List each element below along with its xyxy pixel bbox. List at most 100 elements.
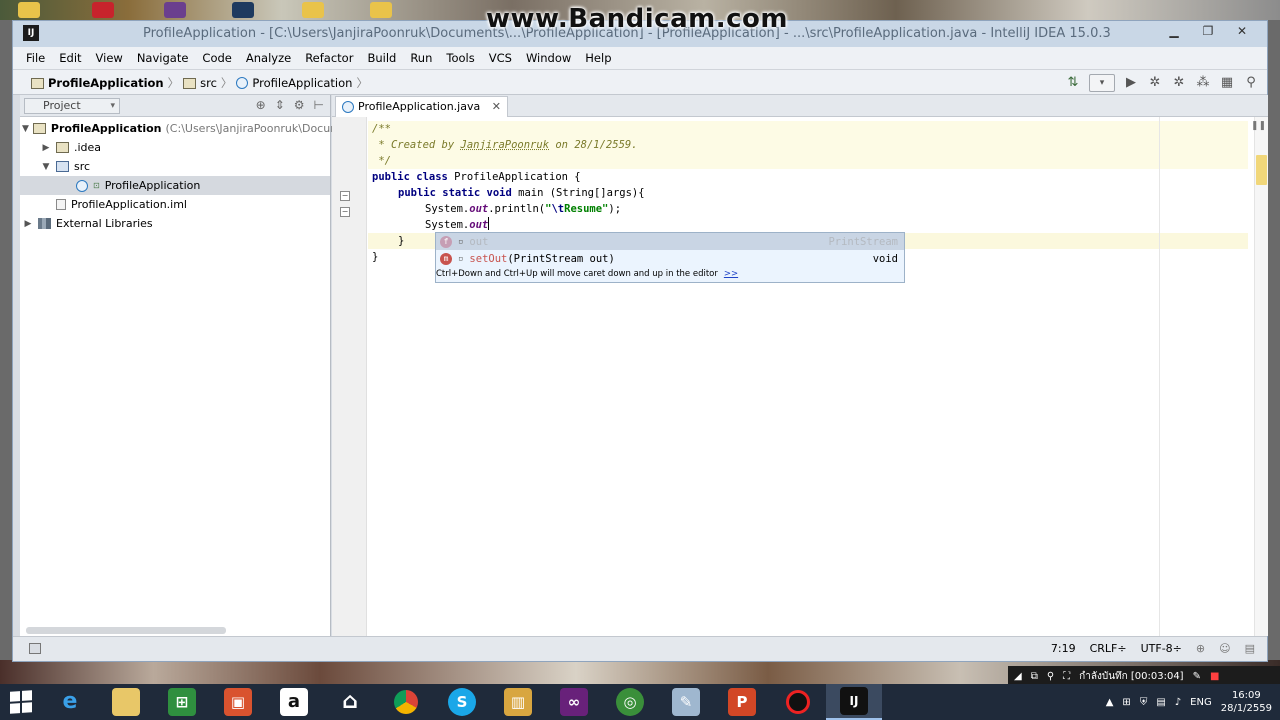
tree-item-external-libraries[interactable]: ▶ External Libraries <box>20 214 330 233</box>
show-hidden-icons-icon[interactable]: ▲ <box>1106 697 1114 708</box>
security-icon[interactable]: ⛨ <box>1140 697 1148 708</box>
project-panel-tools: ⊕ ⇕ ⚙ ⊢ <box>256 98 324 112</box>
taskbar-powerpoint[interactable]: P <box>714 684 770 720</box>
file-encoding[interactable]: UTF-8÷ <box>1141 642 1182 655</box>
run-icon[interactable]: ▶ <box>1123 75 1139 91</box>
collapse-icon[interactable]: ◢ <box>1014 671 1022 682</box>
coverage-icon[interactable]: ✲ <box>1171 75 1187 91</box>
menu-code[interactable]: Code <box>195 47 238 69</box>
fold-marker-icon[interactable]: − <box>340 207 350 217</box>
taskbar-bandicam[interactable] <box>770 684 826 720</box>
menu-file[interactable]: File <box>19 47 52 69</box>
desktop-folder-icon[interactable] <box>18 2 40 18</box>
menu-view[interactable]: View <box>89 47 130 69</box>
breadcrumb-project[interactable]: ProfileApplication <box>48 76 164 90</box>
tree-item-project[interactable]: ▼ ProfileApplication (C:\Users\JanjiraPo… <box>20 119 355 138</box>
breadcrumb-class[interactable]: ProfileApplication <box>252 76 352 90</box>
expand-arrow-icon[interactable]: ▶ <box>22 219 34 229</box>
code-text-segment: System. <box>425 203 470 215</box>
desktop-folder-icon[interactable] <box>302 2 324 18</box>
stop-record-icon[interactable]: ■ <box>1210 671 1219 682</box>
expand-arrow-icon[interactable]: ▼ <box>40 162 52 172</box>
breadcrumb-src[interactable]: src <box>200 76 217 90</box>
menu-refactor[interactable]: Refactor <box>298 47 360 69</box>
taskbar-ie[interactable]: e <box>42 684 98 720</box>
search-icon[interactable]: ⚲ <box>1243 75 1259 91</box>
tool-windows-icon[interactable] <box>29 643 41 654</box>
expand-arrow-icon[interactable]: ▶ <box>40 143 52 153</box>
pencil-icon[interactable]: ✎ <box>1193 671 1201 682</box>
minimize-icon[interactable]: ▁ <box>1157 21 1191 41</box>
desktop-app-icon[interactable] <box>92 2 114 18</box>
warning-marker[interactable] <box>1256 155 1267 185</box>
input-language[interactable]: ENG <box>1190 697 1212 708</box>
project-structure-icon[interactable]: ▦ <box>1219 75 1235 91</box>
close-tab-icon[interactable]: ✕ <box>492 100 501 113</box>
expand-arrow-icon[interactable]: ▼ <box>22 124 29 134</box>
vertical-scrollbar[interactable]: ❚❚ <box>1251 117 1268 636</box>
tree-item-idea[interactable]: ▶ .idea <box>20 138 330 157</box>
maximize-icon[interactable]: ❐ <box>1191 21 1225 41</box>
menu-window[interactable]: Window <box>519 47 578 69</box>
scroll-from-source-icon[interactable]: ⊕ <box>256 98 266 112</box>
code-editor[interactable]: − − /** * Created by JanjiraPoonruk on 2… <box>332 117 1268 636</box>
menu-run[interactable]: Run <box>403 47 439 69</box>
taskbar-skype[interactable]: S <box>434 684 490 720</box>
hector-icon[interactable]: ☺ <box>1219 642 1230 655</box>
editor-gutter[interactable]: − − <box>332 117 367 636</box>
run-configuration-dropdown[interactable]: ▾ <box>1089 74 1115 92</box>
menu-help[interactable]: Help <box>578 47 618 69</box>
horizontal-scrollbar[interactable] <box>26 627 226 634</box>
menu-vcs[interactable]: VCS <box>482 47 519 69</box>
gear-icon[interactable]: ⚙ <box>294 98 305 112</box>
hint-more-link[interactable]: >> <box>724 269 738 279</box>
menu-tools[interactable]: Tools <box>439 47 481 69</box>
fullscreen-icon[interactable]: ⛶ <box>1063 671 1070 682</box>
menu-build[interactable]: Build <box>360 47 403 69</box>
search-icon[interactable]: ⚲ <box>1047 671 1054 682</box>
taskbar-archive[interactable]: ▥ <box>490 684 546 720</box>
hide-panel-icon[interactable]: ⊢ <box>314 98 324 112</box>
taskbar-store[interactable]: ⊞ <box>154 684 210 720</box>
taskbar-chrome[interactable] <box>378 684 434 720</box>
clock[interactable]: 16:09 28/1/2559 <box>1221 689 1272 715</box>
lock-icon[interactable]: ⊕ <box>1196 642 1205 655</box>
taskbar-intellij[interactable]: IJ <box>826 684 882 720</box>
event-log-icon[interactable]: ▤ <box>1245 642 1255 655</box>
network-icon[interactable]: ▤ <box>1156 697 1165 708</box>
desktop-folder-icon[interactable] <box>370 2 392 18</box>
taskbar-visualstudio[interactable]: ∞ <box>546 684 602 720</box>
menu-navigate[interactable]: Navigate <box>130 47 196 69</box>
make-project-icon[interactable]: ⇅ <box>1065 75 1081 91</box>
taskbar-amazon[interactable]: a <box>266 684 322 720</box>
completion-item-out[interactable]: f ▫ out PrintStream <box>436 233 904 250</box>
windows-icon[interactable]: ⊞ <box>1122 697 1130 708</box>
tree-item-class[interactable]: ⊡ ProfileApplication <box>20 176 330 195</box>
inspection-status-icon[interactable]: ❚❚ <box>1251 121 1266 131</box>
tree-item-iml[interactable]: ProfileApplication.iml <box>20 195 330 214</box>
desktop-app-icon[interactable] <box>232 2 254 18</box>
taskbar-home[interactable]: ⌂ <box>322 684 378 720</box>
completion-item-setout[interactable]: m ▫ set Out (PrintStream out) void <box>436 250 904 267</box>
debug-icon[interactable]: ✲ <box>1147 75 1163 91</box>
close-icon[interactable]: ✕ <box>1225 21 1259 41</box>
caret-position[interactable]: 7:19 <box>1051 642 1076 655</box>
menu-analyze[interactable]: Analyze <box>239 47 298 69</box>
menu-edit[interactable]: Edit <box>52 47 88 69</box>
intellij-app-icon[interactable]: IJ <box>23 25 39 41</box>
taskbar-photos[interactable]: ▣ <box>210 684 266 720</box>
window-mode-icon[interactable]: ⧉ <box>1031 671 1038 682</box>
start-button[interactable] <box>0 684 42 720</box>
line-separator[interactable]: CRLF÷ <box>1090 642 1127 655</box>
collapse-all-icon[interactable]: ⇕ <box>275 98 285 112</box>
fold-marker-icon[interactable]: − <box>340 191 350 201</box>
taskbar-explorer[interactable] <box>98 684 154 720</box>
taskbar-app-pencil[interactable]: ✎ <box>658 684 714 720</box>
project-view-dropdown[interactable]: Project <box>24 98 120 114</box>
taskbar-app-green[interactable]: ◎ <box>602 684 658 720</box>
tree-item-src[interactable]: ▼ src <box>20 157 330 176</box>
tab-profileapplication-java[interactable]: ProfileApplication.java ✕ <box>335 96 508 117</box>
desktop-app-icon[interactable] <box>164 2 186 18</box>
attach-icon[interactable]: ⁂ <box>1195 75 1211 91</box>
volume-icon[interactable]: ♪ <box>1175 697 1181 708</box>
